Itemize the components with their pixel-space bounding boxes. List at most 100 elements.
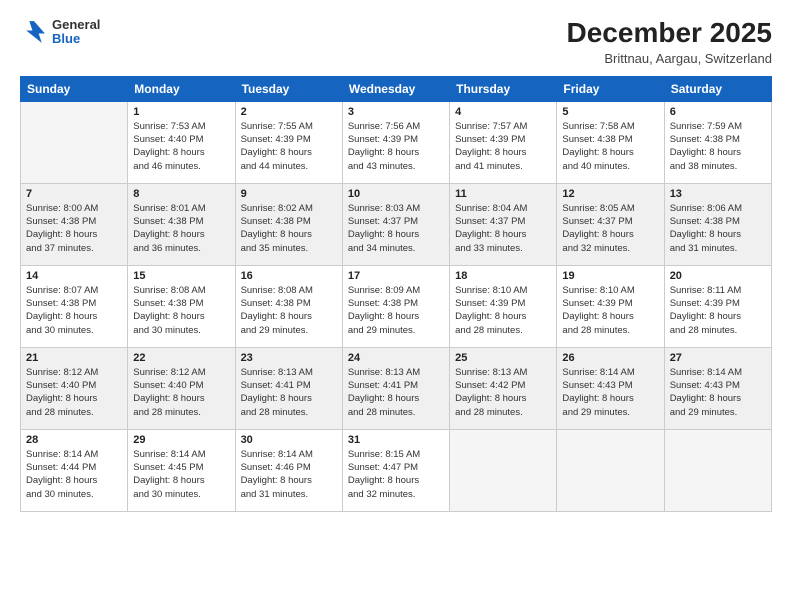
- sunrise-text: Sunrise: 8:03 AM: [348, 202, 444, 215]
- daylight-minutes-text: and 29 minutes.: [348, 324, 444, 337]
- day-number: 11: [455, 188, 551, 200]
- daylight-text: Daylight: 8 hours: [133, 392, 229, 405]
- logo-icon: [20, 18, 48, 46]
- sunset-text: Sunset: 4:37 PM: [455, 215, 551, 228]
- sunrise-text: Sunrise: 8:13 AM: [241, 366, 337, 379]
- calendar-cell: 29Sunrise: 8:14 AMSunset: 4:45 PMDayligh…: [128, 429, 235, 511]
- calendar-cell: 12Sunrise: 8:05 AMSunset: 4:37 PMDayligh…: [557, 183, 664, 265]
- title-block: December 2025 Brittnau, Aargau, Switzerl…: [567, 18, 772, 66]
- day-number: 24: [348, 352, 444, 364]
- day-number: 17: [348, 270, 444, 282]
- day-number: 23: [241, 352, 337, 364]
- daylight-minutes-text: and 32 minutes.: [348, 488, 444, 501]
- sunset-text: Sunset: 4:38 PM: [241, 215, 337, 228]
- daylight-minutes-text: and 37 minutes.: [26, 242, 122, 255]
- sunset-text: Sunset: 4:38 PM: [26, 297, 122, 310]
- sunset-text: Sunset: 4:38 PM: [133, 215, 229, 228]
- col-monday: Monday: [128, 76, 235, 101]
- daylight-text: Daylight: 8 hours: [670, 310, 766, 323]
- sunset-text: Sunset: 4:43 PM: [562, 379, 658, 392]
- daylight-text: Daylight: 8 hours: [26, 310, 122, 323]
- col-tuesday: Tuesday: [235, 76, 342, 101]
- day-number: 7: [26, 188, 122, 200]
- sunrise-text: Sunrise: 8:14 AM: [562, 366, 658, 379]
- calendar-cell: 24Sunrise: 8:13 AMSunset: 4:41 PMDayligh…: [342, 347, 449, 429]
- day-number: 2: [241, 106, 337, 118]
- sunrise-text: Sunrise: 7:56 AM: [348, 120, 444, 133]
- col-sunday: Sunday: [21, 76, 128, 101]
- day-number: 21: [26, 352, 122, 364]
- sunrise-text: Sunrise: 8:13 AM: [455, 366, 551, 379]
- day-number: 13: [670, 188, 766, 200]
- calendar-cell: 2Sunrise: 7:55 AMSunset: 4:39 PMDaylight…: [235, 101, 342, 183]
- sunset-text: Sunset: 4:38 PM: [348, 297, 444, 310]
- daylight-minutes-text: and 30 minutes.: [26, 488, 122, 501]
- calendar-cell: 13Sunrise: 8:06 AMSunset: 4:38 PMDayligh…: [664, 183, 771, 265]
- daylight-text: Daylight: 8 hours: [133, 474, 229, 487]
- daylight-text: Daylight: 8 hours: [133, 146, 229, 159]
- col-friday: Friday: [557, 76, 664, 101]
- sunset-text: Sunset: 4:38 PM: [133, 297, 229, 310]
- daylight-text: Daylight: 8 hours: [455, 228, 551, 241]
- sunrise-text: Sunrise: 8:14 AM: [133, 448, 229, 461]
- daylight-text: Daylight: 8 hours: [241, 146, 337, 159]
- day-number: 14: [26, 270, 122, 282]
- month-title: December 2025: [567, 18, 772, 49]
- calendar-cell: 6Sunrise: 7:59 AMSunset: 4:38 PMDaylight…: [664, 101, 771, 183]
- daylight-minutes-text: and 30 minutes.: [133, 324, 229, 337]
- sunset-text: Sunset: 4:41 PM: [241, 379, 337, 392]
- day-number: 10: [348, 188, 444, 200]
- daylight-text: Daylight: 8 hours: [133, 228, 229, 241]
- calendar-row-5: 28Sunrise: 8:14 AMSunset: 4:44 PMDayligh…: [21, 429, 772, 511]
- daylight-minutes-text: and 28 minutes.: [562, 324, 658, 337]
- calendar-cell: [557, 429, 664, 511]
- sunset-text: Sunset: 4:37 PM: [348, 215, 444, 228]
- sunrise-text: Sunrise: 8:06 AM: [670, 202, 766, 215]
- calendar-cell: 20Sunrise: 8:11 AMSunset: 4:39 PMDayligh…: [664, 265, 771, 347]
- calendar-cell: 30Sunrise: 8:14 AMSunset: 4:46 PMDayligh…: [235, 429, 342, 511]
- sunrise-text: Sunrise: 8:11 AM: [670, 284, 766, 297]
- daylight-text: Daylight: 8 hours: [26, 228, 122, 241]
- daylight-minutes-text: and 44 minutes.: [241, 160, 337, 173]
- daylight-minutes-text: and 46 minutes.: [133, 160, 229, 173]
- calendar-cell: 15Sunrise: 8:08 AMSunset: 4:38 PMDayligh…: [128, 265, 235, 347]
- daylight-minutes-text: and 33 minutes.: [455, 242, 551, 255]
- daylight-minutes-text: and 28 minutes.: [241, 406, 337, 419]
- daylight-minutes-text: and 38 minutes.: [670, 160, 766, 173]
- daylight-minutes-text: and 28 minutes.: [670, 324, 766, 337]
- page: General Blue December 2025 Brittnau, Aar…: [0, 0, 792, 612]
- day-number: 15: [133, 270, 229, 282]
- sunset-text: Sunset: 4:40 PM: [133, 379, 229, 392]
- daylight-text: Daylight: 8 hours: [562, 392, 658, 405]
- daylight-text: Daylight: 8 hours: [241, 474, 337, 487]
- day-number: 30: [241, 434, 337, 446]
- sunset-text: Sunset: 4:37 PM: [562, 215, 658, 228]
- sunrise-text: Sunrise: 8:14 AM: [241, 448, 337, 461]
- logo-blue-text: Blue: [52, 32, 100, 46]
- sunset-text: Sunset: 4:40 PM: [26, 379, 122, 392]
- daylight-minutes-text: and 29 minutes.: [241, 324, 337, 337]
- col-wednesday: Wednesday: [342, 76, 449, 101]
- sunrise-text: Sunrise: 8:15 AM: [348, 448, 444, 461]
- daylight-text: Daylight: 8 hours: [670, 392, 766, 405]
- sunrise-text: Sunrise: 8:02 AM: [241, 202, 337, 215]
- logo-text: General Blue: [52, 18, 100, 47]
- daylight-minutes-text: and 36 minutes.: [133, 242, 229, 255]
- daylight-minutes-text: and 29 minutes.: [562, 406, 658, 419]
- calendar-cell: 7Sunrise: 8:00 AMSunset: 4:38 PMDaylight…: [21, 183, 128, 265]
- daylight-minutes-text: and 28 minutes.: [348, 406, 444, 419]
- day-number: 18: [455, 270, 551, 282]
- daylight-text: Daylight: 8 hours: [562, 310, 658, 323]
- daylight-text: Daylight: 8 hours: [562, 228, 658, 241]
- day-number: 12: [562, 188, 658, 200]
- calendar-cell: 18Sunrise: 8:10 AMSunset: 4:39 PMDayligh…: [450, 265, 557, 347]
- day-number: 6: [670, 106, 766, 118]
- day-number: 31: [348, 434, 444, 446]
- day-number: 28: [26, 434, 122, 446]
- sunset-text: Sunset: 4:38 PM: [670, 133, 766, 146]
- daylight-minutes-text: and 30 minutes.: [133, 488, 229, 501]
- calendar-row-2: 7Sunrise: 8:00 AMSunset: 4:38 PMDaylight…: [21, 183, 772, 265]
- calendar: Sunday Monday Tuesday Wednesday Thursday…: [20, 76, 772, 512]
- calendar-cell: 22Sunrise: 8:12 AMSunset: 4:40 PMDayligh…: [128, 347, 235, 429]
- sunrise-text: Sunrise: 8:10 AM: [455, 284, 551, 297]
